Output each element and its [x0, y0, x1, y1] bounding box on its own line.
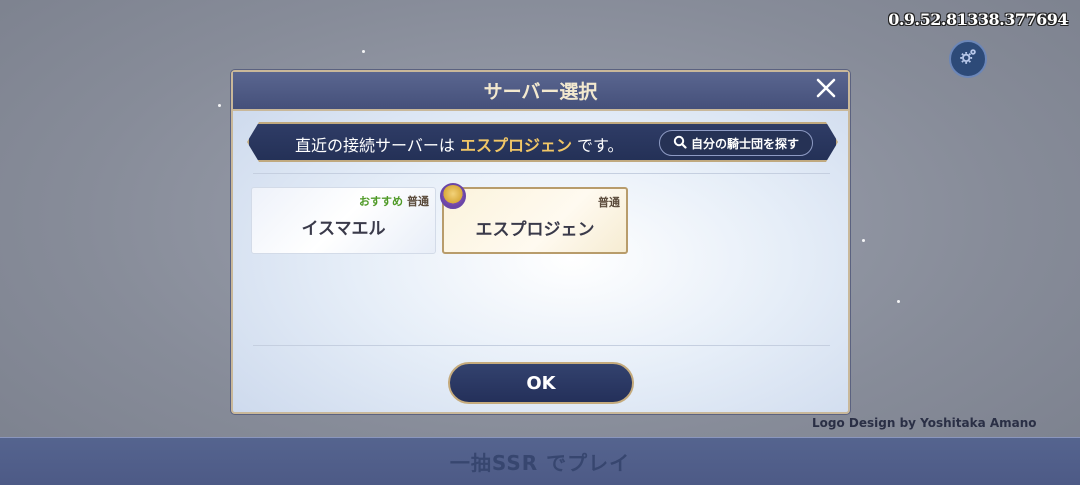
recent-server-suffix: です。	[577, 136, 624, 155]
server-select-dialog: サーバー選択 直近の接続サーバーは エスプロジェン です。 自分の騎士団を探す	[231, 70, 850, 414]
divider	[253, 173, 830, 174]
server-card-ishmael[interactable]: おすすめ 普通 イスマエル	[251, 187, 436, 254]
server-card-esprojen[interactable]: 普通 エスプロジェン	[440, 183, 628, 254]
search-knights-label: 自分の騎士団を探す	[690, 136, 799, 151]
sparkle	[362, 50, 365, 53]
recent-server-name: エスプロジェン	[459, 136, 572, 155]
server-status: 普通	[598, 196, 620, 209]
sparkle	[862, 239, 865, 242]
server-status: 普通	[407, 195, 429, 208]
settings-button[interactable]	[949, 40, 987, 78]
logo-credit: Logo Design by Yoshitaka Amano	[812, 416, 1037, 430]
search-icon	[673, 134, 687, 153]
ok-label: OK	[526, 372, 556, 394]
close-button[interactable]	[812, 76, 840, 104]
search-knights-button[interactable]: 自分の騎士団を探す	[659, 130, 813, 156]
bottom-banner[interactable]: 一抽SSR でプレイ	[0, 437, 1080, 485]
gear-icon	[957, 46, 979, 72]
ok-button[interactable]: OK	[448, 362, 634, 404]
avatar	[440, 183, 466, 209]
recent-server-text: 直近の接続サーバーは エスプロジェン です。	[295, 132, 623, 156]
recent-server-bar: 直近の接続サーバーは エスプロジェン です。 自分の騎士団を探す	[247, 122, 838, 162]
close-icon	[815, 77, 837, 103]
server-tags: 普通	[598, 194, 620, 210]
sparkle	[218, 104, 221, 107]
recent-server-prefix: 直近の接続サーバーは	[295, 136, 455, 155]
dialog-title: サーバー選択	[483, 81, 598, 103]
recommended-badge: おすすめ	[359, 195, 403, 208]
banner-text: 一抽SSR でプレイ	[449, 451, 631, 475]
sparkle	[897, 300, 900, 303]
server-name: イスマエル	[301, 219, 386, 239]
server-name: エスプロジェン	[475, 220, 595, 240]
server-tags: おすすめ 普通	[359, 193, 429, 209]
dialog-header: サーバー選択	[233, 72, 848, 111]
version-label: 0.9.52.81338.377694	[888, 10, 1068, 29]
divider	[253, 345, 830, 346]
